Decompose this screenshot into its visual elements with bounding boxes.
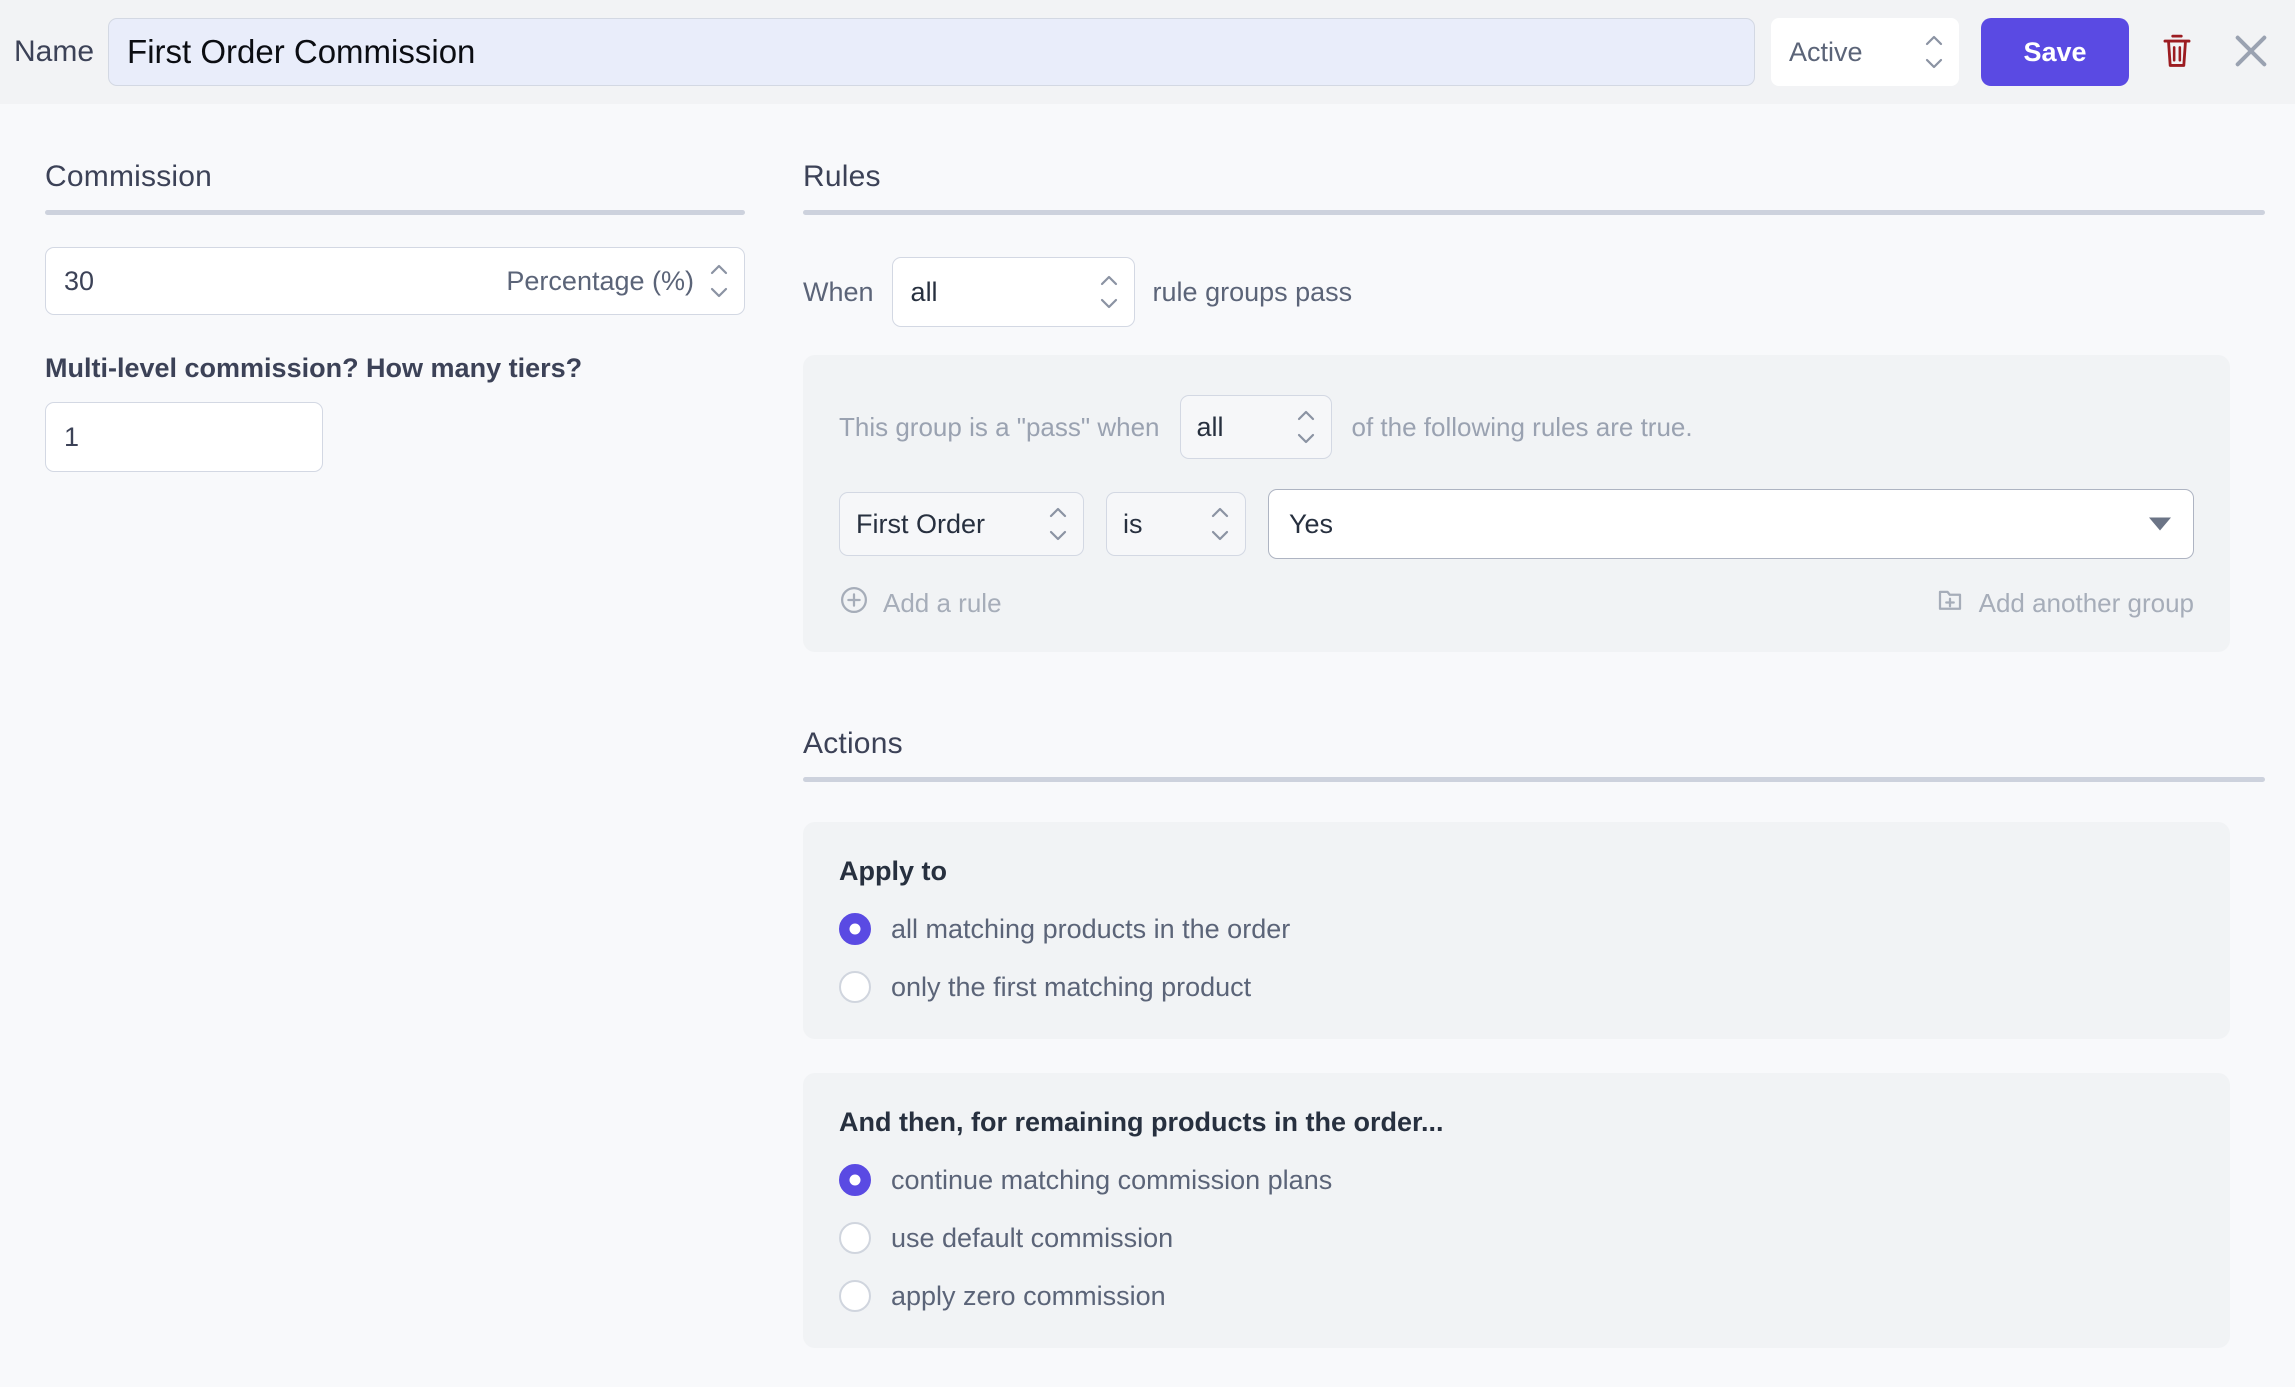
apply-to-option-label: only the first matching product <box>891 971 1252 1002</box>
chevron-down-icon <box>2149 517 2171 531</box>
rule-group-panel: This group is a "pass" when all of the f… <box>803 355 2230 652</box>
commission-divider <box>45 210 745 215</box>
commission-unit-value: Percentage (%) <box>506 265 694 296</box>
rules-divider <box>803 210 2265 215</box>
apply-to-option-all-matching[interactable]: all matching products in the order <box>839 913 2194 945</box>
remaining-products-heading: And then, for remaining products in the … <box>839 1107 1444 1137</box>
remaining-products-panel: And then, for remaining products in the … <box>803 1073 2230 1348</box>
rule-row: First Order is Yes <box>839 489 2194 559</box>
add-rule-label: Add a rule <box>883 588 1002 618</box>
apply-to-option-first-matching[interactable]: only the first matching product <box>839 971 2194 1003</box>
group-prefix-label: This group is a "pass" when <box>839 411 1160 442</box>
radio-icon-selected[interactable] <box>839 913 871 945</box>
close-button[interactable] <box>2229 30 2273 74</box>
remaining-option-label: continue matching commission plans <box>891 1164 1333 1195</box>
rule-value-select[interactable]: Yes <box>1268 489 2194 559</box>
when-suffix-label: rule groups pass <box>1152 276 1353 307</box>
folder-plus-icon <box>1935 585 1965 622</box>
chevron-updown-icon[interactable] <box>1211 507 1229 541</box>
editor-header: Name Active Save <box>0 0 2295 104</box>
rules-section-title: Rules <box>803 160 881 193</box>
rule-field-select[interactable]: First Order <box>839 492 1084 556</box>
chevron-updown-icon <box>1925 35 1943 69</box>
rule-groups-match-select[interactable]: all <box>891 257 1135 327</box>
commission-amount-value: 30 <box>64 265 95 296</box>
name-input[interactable] <box>108 18 1755 86</box>
radio-icon-unselected[interactable] <box>839 1222 871 1254</box>
plus-circle-icon <box>839 585 869 622</box>
commission-section-title: Commission <box>45 160 213 193</box>
add-rule-button[interactable]: Add a rule <box>839 585 1002 622</box>
status-select[interactable]: Active <box>1771 18 1959 86</box>
group-match-value: all <box>1196 411 1224 442</box>
save-button[interactable]: Save <box>1981 18 2129 86</box>
commission-amount-field[interactable]: 30 Percentage (%) <box>45 247 745 315</box>
radio-icon-unselected[interactable] <box>839 1280 871 1312</box>
apply-to-heading: Apply to <box>839 856 947 886</box>
delete-button[interactable] <box>2155 30 2199 74</box>
add-another-group-label: Add another group <box>1978 588 2194 618</box>
trash-icon <box>2160 32 2194 73</box>
remaining-option-default-commission[interactable]: use default commission <box>839 1222 2194 1254</box>
rule-operator-value: is <box>1123 508 1143 539</box>
group-suffix-label: of the following rules are true. <box>1351 411 1693 442</box>
chevron-updown-icon[interactable] <box>1297 410 1315 444</box>
when-prefix-label: When <box>803 276 874 307</box>
actions-section-title: Actions <box>803 727 903 760</box>
group-match-select[interactable]: all <box>1179 395 1332 459</box>
status-select-value: Active <box>1789 36 1863 67</box>
rule-group-header: This group is a "pass" when all of the f… <box>839 395 2194 459</box>
radio-icon-unselected[interactable] <box>839 971 871 1003</box>
rule-groups-match-value: all <box>910 276 938 307</box>
rule-field-value: First Order <box>856 508 986 539</box>
remaining-option-continue-matching[interactable]: continue matching commission plans <box>839 1164 2194 1196</box>
rule-operator-select[interactable]: is <box>1106 492 1246 556</box>
apply-to-panel: Apply to all matching products in the or… <box>803 822 2230 1039</box>
rules-actions-column: Rules When all rule groups pass This gro… <box>803 160 2265 1348</box>
apply-to-option-label: all matching products in the order <box>891 913 1291 944</box>
name-label: Name <box>14 35 95 68</box>
actions-divider <box>803 777 2265 782</box>
tiers-input[interactable]: 1 <box>45 402 323 472</box>
tiers-value: 1 <box>64 421 80 452</box>
actions-section: Actions <box>803 727 2265 782</box>
rule-group-footer: Add a rule Add another group <box>839 585 2194 622</box>
chevron-updown-icon[interactable] <box>1100 275 1118 309</box>
remaining-option-zero-commission[interactable]: apply zero commission <box>839 1280 2194 1312</box>
close-icon <box>2231 31 2271 74</box>
rule-value-text: Yes <box>1289 508 1334 539</box>
commission-column: Commission 30 Percentage (%) Multi-level… <box>45 160 745 472</box>
tiers-label: Multi-level commission? How many tiers? <box>45 353 583 383</box>
remaining-option-label: use default commission <box>891 1222 1174 1253</box>
add-another-group-button[interactable]: Add another group <box>1935 585 2194 622</box>
chevron-updown-icon[interactable] <box>1049 507 1067 541</box>
remaining-option-label: apply zero commission <box>891 1280 1166 1311</box>
chevron-updown-icon[interactable] <box>710 264 728 298</box>
radio-icon-selected[interactable] <box>839 1164 871 1196</box>
when-row: When all rule groups pass <box>803 257 2265 327</box>
